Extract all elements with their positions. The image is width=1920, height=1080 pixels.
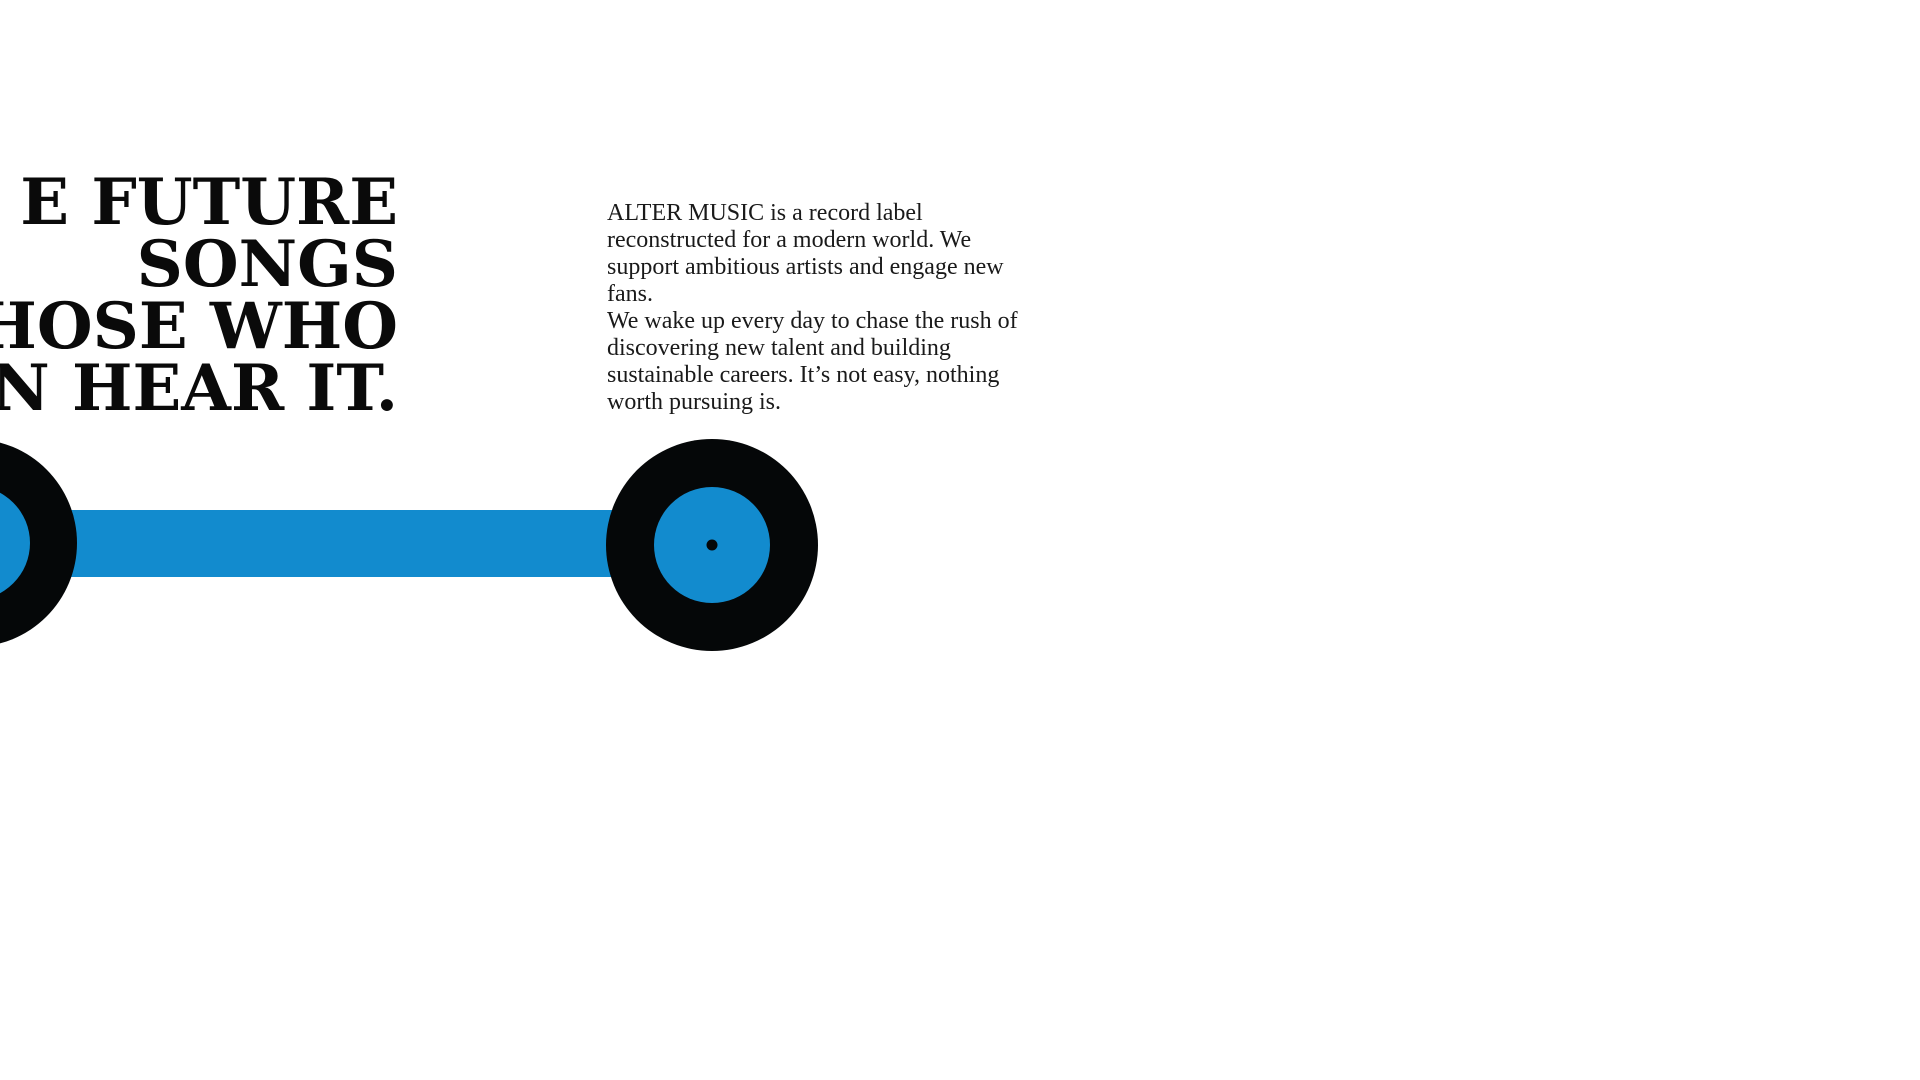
spindle-hole [706, 539, 718, 551]
headline-line-2: SONGS [136, 227, 398, 302]
headline-line-3: THOSE WHO [0, 289, 398, 364]
page: E FUTURE SONGS THOSE WHO N HEAR IT. ALTE… [0, 0, 1920, 1080]
vinyl-graphic [0, 439, 818, 651]
hero-headline: E FUTURE SONGS THOSE WHO N HEAR IT. [0, 165, 398, 426]
vinyl-record-icon-right [606, 439, 818, 651]
vinyl-record-icon-left [0, 442, 77, 644]
headline-line-4: N HEAR IT. [0, 351, 398, 426]
about-text: ALTER MUSIC is a record label reconstruc… [607, 200, 1027, 416]
about-paragraph-2: We wake up every day to chase the rush o… [607, 308, 1018, 415]
about-paragraph-1: ALTER MUSIC is a record label reconstruc… [607, 200, 1004, 307]
connector-bar [40, 510, 640, 577]
headline-line-1: E FUTURE [20, 165, 398, 240]
